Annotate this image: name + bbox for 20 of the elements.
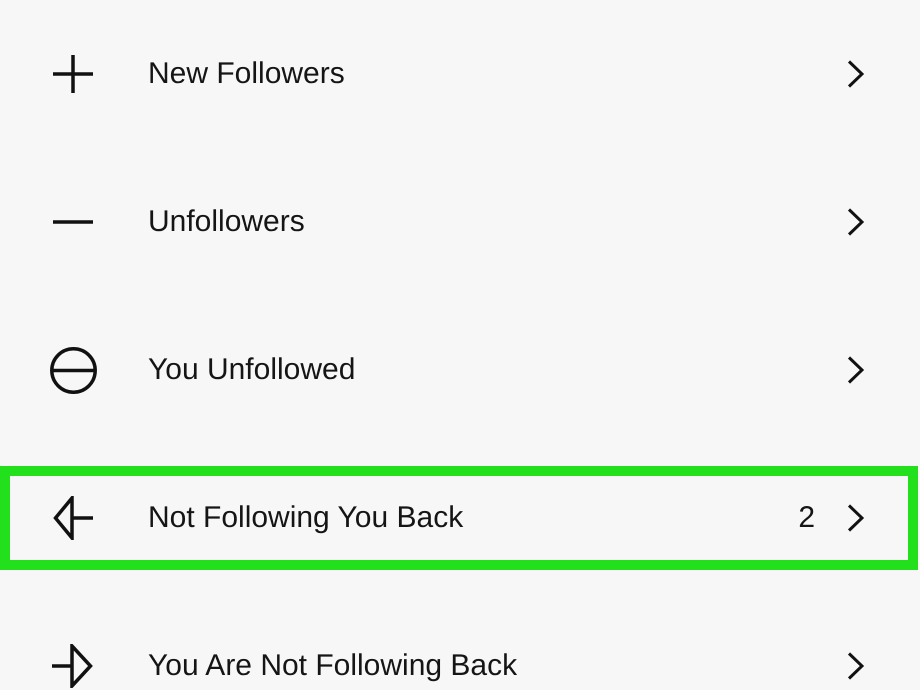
- menu-item[interactable]: New Followers: [0, 22, 918, 126]
- menu-item[interactable]: Unfollowers: [0, 170, 918, 274]
- chevron-right-icon: [847, 356, 864, 384]
- chevron-right-icon: [847, 652, 864, 680]
- menu-item[interactable]: You Are Not Following Back: [0, 614, 918, 690]
- menu-item[interactable]: You Unfollowed: [0, 318, 918, 422]
- menu-item[interactable]: Not Following You Back 2: [0, 466, 918, 570]
- item-label: Unfollowers: [148, 205, 305, 239]
- plus-icon: [53, 55, 93, 93]
- item-count: 2: [798, 501, 815, 535]
- chevron-right-icon: [847, 504, 864, 532]
- item-label: New Followers: [148, 57, 345, 91]
- item-label: You Are Not Following Back: [148, 649, 518, 683]
- left-triangle-icon: [53, 496, 93, 540]
- chevron-right-icon: [847, 60, 864, 88]
- minus-icon: [53, 220, 93, 224]
- item-label: You Unfollowed: [148, 353, 356, 387]
- item-label: Not Following You Back: [148, 501, 464, 535]
- right-triangle-icon: [52, 644, 94, 688]
- chevron-right-icon: [847, 208, 864, 236]
